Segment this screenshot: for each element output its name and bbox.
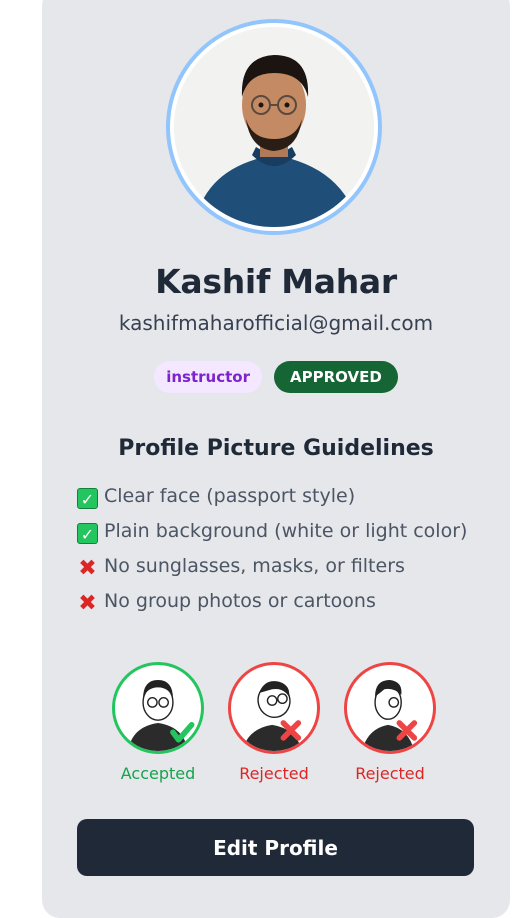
sample-label: Rejected — [239, 764, 309, 783]
guideline-item: ✖ No sunglasses, masks, or filters — [77, 552, 477, 581]
guideline-text: No sunglasses, masks, or filters — [104, 555, 405, 577]
person-illustration-icon — [242, 681, 303, 751]
guideline-text: Plain background (white or light color) — [104, 520, 468, 542]
guideline-item: ✓ Clear face (passport style) — [77, 482, 477, 511]
profile-avatar — [166, 19, 382, 235]
avatar-photo — [174, 27, 374, 227]
guideline-item: ✖ No group photos or cartoons — [77, 587, 477, 616]
guideline-item: ✓ Plain background (white or light color) — [77, 517, 477, 546]
badge-row: instructor APPROVED — [42, 361, 510, 393]
role-badge: instructor — [154, 361, 262, 393]
profile-email: kashifmaharofficial@gmail.com — [118, 311, 434, 335]
status-badge: APPROVED — [273, 361, 398, 393]
person-illustration-icon — [128, 679, 195, 751]
guideline-text: No group photos or cartoons — [104, 590, 376, 612]
sample-label: Accepted — [120, 764, 196, 783]
guidelines-list: ✓ Clear face (passport style) ✓ Plain back… — [77, 482, 477, 622]
sample-photos: Accepted Rejected Rejected — [112, 662, 436, 783]
sample-rejected: Rejected — [344, 662, 436, 783]
sample-rejected: Rejected — [228, 662, 320, 783]
profile-photo-image — [174, 27, 374, 227]
check-mark-icon: ✓ — [77, 488, 98, 509]
guidelines-title: Profile Picture Guidelines — [118, 436, 434, 461]
cross-mark-icon: ✖ — [78, 556, 97, 581]
person-illustration-icon — [361, 679, 418, 751]
sample-label: Rejected — [355, 764, 425, 783]
guideline-text: Clear face (passport style) — [104, 485, 356, 507]
sample-photo-rejected — [228, 662, 320, 754]
cross-mark-icon: ✖ — [78, 591, 97, 616]
edit-profile-button[interactable]: Edit Profile — [77, 819, 474, 876]
profile-name: Kashif Mahar — [155, 262, 397, 301]
check-mark-icon: ✓ — [77, 523, 98, 544]
sample-photo-accepted — [112, 662, 204, 754]
sample-accepted: Accepted — [112, 662, 204, 783]
sample-photo-rejected — [344, 662, 436, 754]
